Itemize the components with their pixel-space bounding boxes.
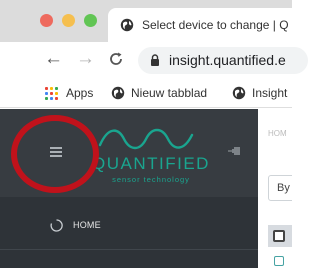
breadcrumb[interactable]: HOM xyxy=(268,129,287,138)
circle-icon xyxy=(50,219,63,232)
reload-button[interactable] xyxy=(108,50,124,71)
window-close-button[interactable] xyxy=(40,14,53,27)
sidebar-item-label: HOME xyxy=(73,220,101,230)
bookmark-nieuw-tabblad[interactable]: Nieuw tabblad xyxy=(111,84,207,102)
bookmarks-bar: Apps Nieuw tabblad Insight xyxy=(0,78,292,108)
logo-tagline: sensor technology xyxy=(112,175,190,184)
back-button[interactable]: ← xyxy=(44,49,63,68)
bookmark-label: Insight xyxy=(252,86,288,100)
table-header xyxy=(268,225,292,247)
navigation-bar: ← → insight.quantified.e xyxy=(0,42,308,78)
window-zoom-button[interactable] xyxy=(84,14,97,27)
bookmark-insight[interactable]: Insight xyxy=(232,84,287,102)
row-checkbox[interactable] xyxy=(274,256,284,266)
logo-text: QUANTIFIED xyxy=(92,154,210,173)
bookmark-label: Nieuw tabblad xyxy=(131,86,208,100)
main-content: HOM By xyxy=(258,109,292,268)
bookmark-label: Apps xyxy=(66,86,94,100)
filter-dropdown[interactable]: By xyxy=(268,175,292,201)
address-bar[interactable]: insight.quantified.e xyxy=(138,47,308,74)
url-text: insight.quantified.e xyxy=(169,52,286,68)
browser-tab[interactable]: Select device to change | Q xyxy=(108,8,308,42)
tab-title: Select device to change | Q xyxy=(142,18,289,32)
globe-icon xyxy=(120,18,134,32)
globe-icon xyxy=(111,86,125,100)
reload-icon xyxy=(110,52,122,65)
sidebar-item-home[interactable]: HOME xyxy=(0,209,258,243)
quantified-logo: QUANTIFIED sensor technology xyxy=(92,128,210,184)
divider xyxy=(0,249,258,250)
pin-icon[interactable] xyxy=(228,145,242,157)
forward-button[interactable]: → xyxy=(76,49,95,68)
lock-icon xyxy=(151,54,159,66)
bookmark-apps[interactable]: Apps xyxy=(44,84,93,102)
select-all-checkbox[interactable] xyxy=(273,230,285,242)
filter-label: By xyxy=(277,182,290,194)
window-minimize-button[interactable] xyxy=(62,14,75,27)
globe-icon xyxy=(232,86,246,100)
annotation-circle xyxy=(11,115,99,193)
tab-strip: Select device to change | Q xyxy=(0,0,308,42)
apps-grid-icon xyxy=(44,86,58,100)
